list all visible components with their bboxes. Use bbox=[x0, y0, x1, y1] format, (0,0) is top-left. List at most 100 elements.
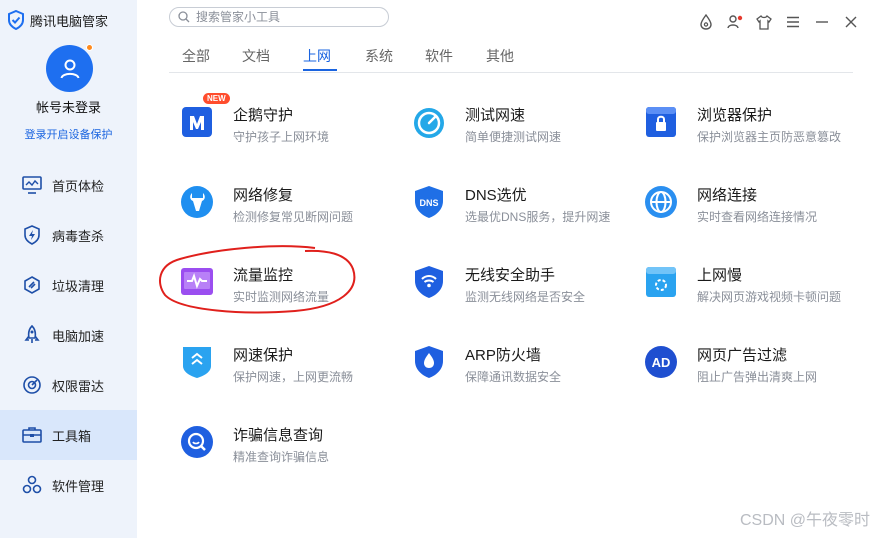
sidebar-item-label: 权限雷达 bbox=[52, 378, 105, 394]
sidebar-item-label: 软件管理 bbox=[52, 478, 105, 494]
tool-description: 守护孩子上网环境 bbox=[233, 130, 330, 144]
sidebar-item-label: 垃圾清理 bbox=[52, 278, 105, 294]
penguin-shield-icon bbox=[182, 107, 212, 137]
minimize-icon bbox=[816, 21, 828, 23]
close-button[interactable] bbox=[840, 13, 862, 31]
tool-slow-internet[interactable]: 上网慢 解决网页游戏视频卡顿问题 bbox=[644, 264, 864, 324]
tool-description: 精准查询诈骗信息 bbox=[233, 450, 330, 464]
wifi-shield-icon bbox=[415, 266, 443, 298]
login-link[interactable]: 登录开启设备保护 bbox=[0, 126, 137, 142]
tool-name: ARP防火墙 bbox=[465, 347, 541, 364]
speedometer-icon bbox=[414, 108, 444, 138]
brand: 腾讯电脑管家 bbox=[6, 10, 108, 30]
tool-description: 保护网速，上网更流畅 bbox=[233, 370, 354, 384]
tool-name: DNS选优 bbox=[465, 187, 527, 204]
tool-penguin-guard[interactable]: 企鹅守护 守护孩子上网环境 bbox=[180, 104, 400, 164]
dns-shield-icon: DNS bbox=[415, 186, 443, 218]
category-tabs: 全部 文档 上网 系统 软件 其他 bbox=[169, 44, 853, 73]
tool-network-connections[interactable]: 网络连接 实时查看网络连接情况 bbox=[644, 184, 864, 244]
fraud-search-icon bbox=[181, 426, 213, 458]
new-badge: NEW bbox=[203, 93, 230, 104]
tool-arp-firewall[interactable]: ARP防火墙 保障通讯数据安全 bbox=[412, 344, 632, 404]
tencent-shield-logo-icon bbox=[8, 10, 24, 30]
dns-icon-text: DNS bbox=[419, 198, 438, 208]
shield-bolt-icon bbox=[24, 225, 40, 245]
tab-other[interactable]: 其他 bbox=[486, 46, 514, 66]
tool-name: 无线安全助手 bbox=[465, 267, 556, 284]
sidebar-item-label: 电脑加速 bbox=[52, 328, 105, 344]
sidebar-item-permission-radar[interactable]: 权限雷达 bbox=[0, 360, 137, 410]
tool-name: 浏览器保护 bbox=[697, 107, 773, 124]
user-icon bbox=[60, 59, 79, 78]
tab-system[interactable]: 系统 bbox=[365, 46, 393, 66]
tool-name: 诈骗信息查询 bbox=[233, 427, 324, 444]
avatar[interactable] bbox=[46, 45, 93, 92]
search-icon bbox=[178, 11, 190, 23]
globe-icon bbox=[645, 186, 677, 218]
tool-fraud-lookup[interactable]: 诈骗信息查询 精准查询诈骗信息 bbox=[180, 424, 400, 484]
tab-software[interactable]: 软件 bbox=[425, 46, 453, 66]
user-alert-icon bbox=[727, 15, 743, 29]
tab-internet[interactable]: 上网 bbox=[303, 46, 331, 66]
tool-network-repair[interactable]: 网络修复 检测修复常见断网问题 bbox=[180, 184, 400, 244]
slow-browser-icon bbox=[646, 267, 676, 297]
sidebar-item-virus-scan[interactable]: 病毒查杀 bbox=[0, 210, 137, 260]
annotation-circle bbox=[158, 245, 356, 314]
sidebar-item-label: 工具箱 bbox=[52, 428, 92, 444]
radar-icon bbox=[23, 376, 41, 394]
menu-button[interactable] bbox=[782, 13, 804, 31]
skin-drop-button[interactable] bbox=[695, 13, 717, 31]
tool-description: 保护浏览器主页防恶意篡改 bbox=[697, 130, 842, 144]
app-name: 腾讯电脑管家 bbox=[30, 13, 109, 29]
tab-all[interactable]: 全部 bbox=[182, 46, 210, 66]
firewall-icon bbox=[415, 346, 443, 378]
browser-lock-icon bbox=[646, 107, 676, 137]
tool-description: 解决网页游戏视频卡顿问题 bbox=[697, 290, 842, 304]
tool-browser-protection[interactable]: 浏览器保护 保护浏览器主页防恶意篡改 bbox=[644, 104, 864, 164]
sidebar-item-junk-clean[interactable]: 垃圾清理 bbox=[0, 260, 137, 310]
sidebar-item-software-manager[interactable]: 软件管理 bbox=[0, 460, 137, 510]
tab-documents[interactable]: 文档 bbox=[242, 46, 270, 66]
tool-name: 网速保护 bbox=[233, 347, 294, 364]
apps-icon bbox=[22, 475, 42, 494]
minimize-button[interactable] bbox=[811, 13, 833, 31]
rocket-icon bbox=[24, 325, 40, 343]
tool-description: 选最优DNS服务，提升网速 bbox=[465, 210, 611, 224]
close-icon bbox=[845, 16, 857, 28]
notification-dot bbox=[86, 44, 93, 51]
broom-icon bbox=[24, 276, 40, 294]
tool-description: 保障通讯数据安全 bbox=[465, 370, 562, 384]
tool-name: 企鹅守护 bbox=[233, 107, 294, 124]
sidebar-item-home-checkup[interactable]: 首页体检 bbox=[0, 160, 137, 210]
toolbox-icon bbox=[22, 427, 42, 443]
title-bar-controls bbox=[695, 13, 869, 31]
active-tab-indicator bbox=[303, 69, 337, 71]
tool-name: 网络修复 bbox=[233, 187, 294, 204]
tool-ad-filter[interactable]: AD 网页广告过滤 阻止广告弹出清爽上网 bbox=[644, 344, 864, 404]
ad-icon-text: AD bbox=[652, 355, 671, 370]
tool-description: 检测修复常见断网问题 bbox=[233, 210, 354, 224]
tool-description: 简单便捷测试网速 bbox=[465, 130, 562, 144]
account-name: 帐号未登录 bbox=[35, 100, 101, 115]
user-center-button[interactable] bbox=[724, 13, 746, 31]
tool-description: 实时查看网络连接情况 bbox=[697, 210, 818, 224]
tool-description: 监测无线网络是否安全 bbox=[465, 290, 586, 304]
skin-button[interactable] bbox=[753, 13, 775, 31]
tool-speed-test[interactable]: 测试网速 简单便捷测试网速 bbox=[412, 104, 632, 164]
tshirt-icon bbox=[756, 14, 772, 30]
tool-wireless-security[interactable]: 无线安全助手 监测无线网络是否安全 bbox=[412, 264, 632, 324]
speed-shield-icon bbox=[183, 347, 211, 378]
watermark: CSDN @午夜零时 bbox=[739, 512, 870, 529]
sidebar-item-toolbox[interactable]: 工具箱 bbox=[0, 410, 137, 460]
drop-icon bbox=[700, 14, 712, 30]
tool-name: 网页广告过滤 bbox=[697, 347, 788, 364]
search-box[interactable] bbox=[169, 7, 389, 27]
ad-filter-icon: AD bbox=[645, 346, 677, 378]
tool-name: 网络连接 bbox=[697, 187, 758, 204]
tool-dns-optimizer[interactable]: DNS DNS选优 选最优DNS服务，提升网速 bbox=[412, 184, 632, 244]
sidebar-item-label: 首页体检 bbox=[52, 178, 105, 194]
sidebar: 腾讯电脑管家 帐号未登录 登录开启设备保护 首页体检 病毒查杀 垃圾清理 电脑加… bbox=[0, 0, 137, 538]
search-input[interactable] bbox=[196, 10, 376, 24]
sidebar-item-speed-up[interactable]: 电脑加速 bbox=[0, 310, 137, 360]
tool-speed-protection[interactable]: 网速保护 保护网速，上网更流畅 bbox=[180, 344, 400, 404]
